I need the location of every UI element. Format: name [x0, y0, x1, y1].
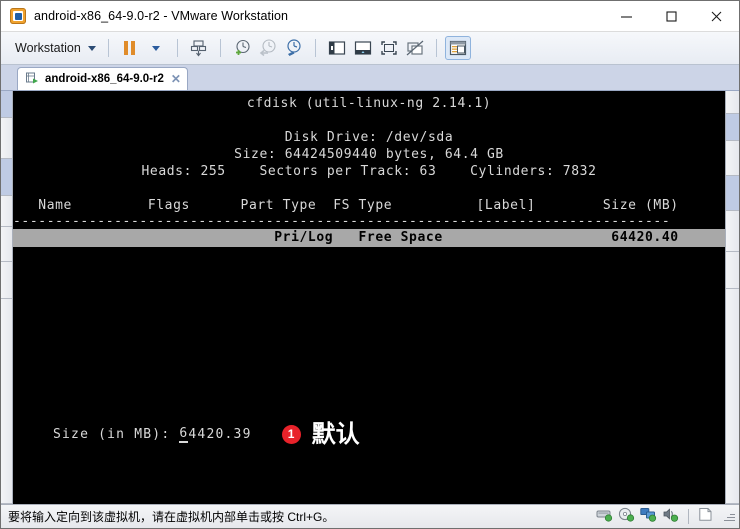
network-adapter-status-icon[interactable]: [640, 507, 657, 527]
toolbar-separator: [107, 39, 109, 57]
snapshot-add-icon: [235, 39, 250, 55]
revert-snapshot-button[interactable]: [255, 36, 281, 60]
status-device-icons: [596, 507, 735, 527]
disk-geometry-line: Heads: 255 Sectors per Track: 63 Cylinde…: [141, 164, 597, 179]
text-cursor: 6: [179, 425, 189, 443]
toolbar-separator: [314, 39, 316, 57]
status-separator: [688, 509, 689, 524]
annotation-badge-1: 1: [281, 424, 301, 444]
size-prompt-value: 4420.39: [188, 426, 252, 442]
size-prompt-label: Size (in MB):: [53, 426, 180, 442]
show-thumbnail-bar-button[interactable]: [350, 36, 376, 60]
caret-down-icon: [151, 45, 160, 51]
vm-tab-label: android-x86_64-9.0-r2: [45, 73, 164, 85]
size-prompt[interactable]: Size (in MB): 6 4420.39 1 默认: [53, 422, 360, 446]
workstation-menu-button[interactable]: Workstation: [11, 39, 100, 57]
power-dropdown-button[interactable]: [143, 36, 169, 60]
maximize-button[interactable]: [649, 1, 694, 31]
console-view-icon: [449, 40, 466, 56]
window-titlebar: android-x86_64-9.0-r2 - VMware Workstati…: [1, 1, 739, 32]
console-view-button[interactable]: [444, 36, 471, 60]
header-divider: ----------------------------------------…: [13, 215, 671, 229]
sound-card-status-icon[interactable]: [662, 507, 679, 527]
partition-row-selected[interactable]: Pri/Log Free Space 64420.40: [13, 229, 725, 247]
pause-vm-button[interactable]: [117, 36, 143, 60]
vm-console[interactable]: cfdisk (util-linux-ng 2.14.1) Disk Drive…: [13, 91, 725, 504]
pause-icon: [124, 41, 136, 55]
library-panel-icon: [328, 41, 345, 55]
disk-drive-line: Disk Drive: /dev/sda: [284, 130, 454, 145]
resize-grip[interactable]: [722, 510, 735, 523]
vm-tab[interactable]: android-x86_64-9.0-r2 ✕: [17, 67, 188, 90]
toolbar-separator: [176, 39, 178, 57]
cd-dvd-status-icon[interactable]: [618, 507, 635, 527]
send-ctrl-alt-del-button[interactable]: [186, 36, 212, 60]
chevron-down-icon: [87, 45, 96, 51]
keyboard-send-icon: [191, 39, 207, 57]
snapshot-manager-button[interactable]: [281, 36, 307, 60]
message-log-icon[interactable]: [698, 507, 713, 527]
vmware-workstation-window: android-x86_64-9.0-r2 - VMware Workstati…: [0, 0, 740, 529]
toolbar-separator: [219, 39, 221, 57]
hard-disk-status-icon[interactable]: [596, 507, 613, 527]
vm-tab-strip: android-x86_64-9.0-r2 ✕: [1, 65, 739, 91]
show-library-button[interactable]: [324, 36, 350, 60]
status-message: 要将输入定向到该虚拟机，请在虚拟机内部单击或按 Ctrl+G。: [8, 510, 335, 524]
snapshot-manager-icon: [287, 39, 301, 56]
unity-mode-icon: [406, 40, 424, 56]
thumbnail-bar-icon: [354, 41, 371, 55]
disk-size-line: Size: 64424509440 bytes, 64.4 GB: [234, 147, 504, 162]
close-button[interactable]: [694, 1, 739, 31]
annotation-label: 默认: [311, 420, 360, 448]
workspace: cfdisk (util-linux-ng 2.14.1) Disk Drive…: [1, 91, 739, 504]
vm-tab-icon: [25, 72, 39, 86]
take-snapshot-button[interactable]: [229, 36, 255, 60]
fullscreen-button[interactable]: [376, 36, 402, 60]
window-controls: [604, 1, 739, 31]
fullscreen-icon: [381, 41, 397, 55]
cfdisk-title: cfdisk (util-linux-ng 2.14.1): [246, 96, 492, 111]
window-title: android-x86_64-9.0-r2 - VMware Workstati…: [34, 9, 289, 23]
toolbar-separator: [435, 39, 437, 57]
snapshot-revert-icon: [259, 39, 276, 57]
close-icon[interactable]: ✕: [171, 73, 181, 85]
unity-mode-button[interactable]: [402, 36, 428, 60]
partition-table-header: Name Flags Part Type FS Type [Label] Siz…: [13, 198, 679, 213]
thumbnail-panel-collapsed[interactable]: [725, 91, 739, 504]
workstation-menu-label: Workstation: [15, 41, 81, 55]
vmware-icon: [10, 8, 26, 24]
status-bar: 要将输入定向到该虚拟机，请在虚拟机内部单击或按 Ctrl+G。: [1, 504, 739, 528]
main-toolbar: Workstation: [1, 32, 739, 65]
library-panel-collapsed[interactable]: [1, 91, 13, 504]
minimize-button[interactable]: [604, 1, 649, 31]
